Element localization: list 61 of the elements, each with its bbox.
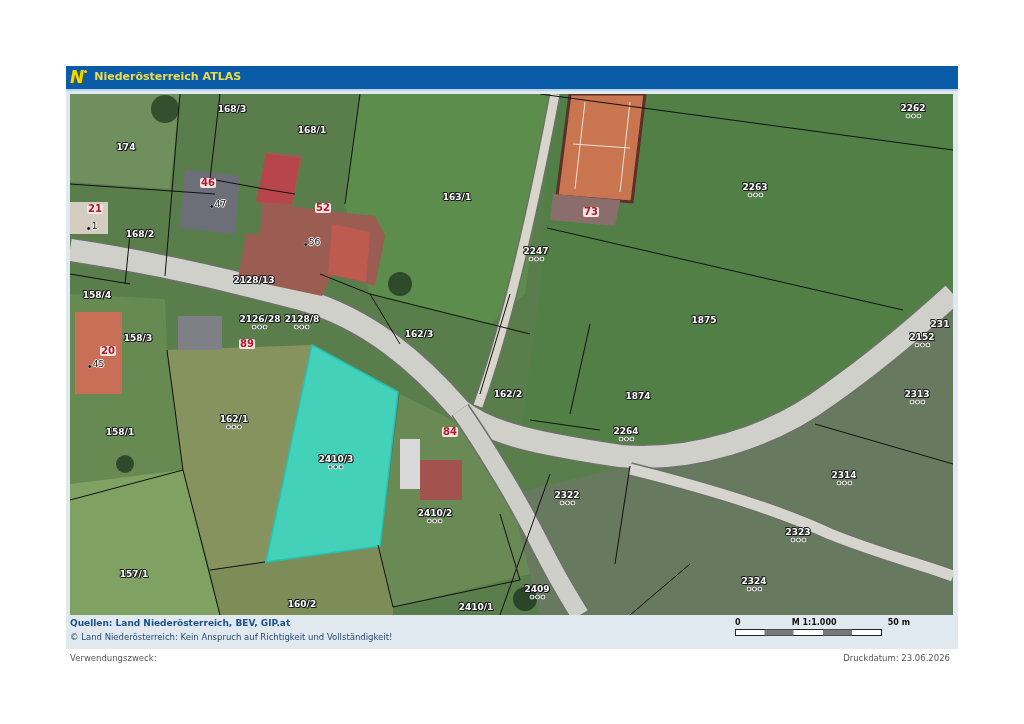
address-point-icon: [87, 364, 92, 368]
parcel-number: 162/1: [219, 414, 249, 424]
address-number: 45: [92, 359, 105, 369]
parcel-number: 160/2: [287, 599, 317, 609]
dot-icon: [84, 70, 88, 73]
house-number: 84: [442, 427, 458, 437]
parcel-number: 2410/1: [458, 602, 494, 612]
disclaimer-text: © Land Niederösterreich: Kein Anspruch auf Richtigkeit und Vollständigkeit!: [70, 632, 393, 643]
house-number: 89: [239, 339, 255, 349]
parcel-number: 2324: [741, 576, 767, 586]
house-number: 20: [100, 346, 116, 356]
parcel-number: 2314: [831, 470, 857, 480]
parcel-number: 2409: [524, 584, 550, 594]
parcel-boundary-line: [529, 419, 601, 431]
parcel-number: 2262: [900, 103, 926, 113]
parcel-number: 162/3: [404, 329, 434, 339]
parcel-number: 2410/2: [417, 508, 453, 518]
parcel-number: 158/3: [123, 333, 153, 343]
app-title: Niederösterreich ATLAS: [94, 69, 242, 86]
parcel-number: 163/1: [442, 192, 472, 202]
sources-text: Quellen: Land Niederösterreich, BEV, GIP.at: [70, 618, 292, 629]
parcel-number: 1874: [625, 391, 651, 401]
building: [70, 202, 108, 234]
house-number: 46: [200, 178, 216, 188]
scale-ratio: M 1:1.000: [791, 619, 837, 627]
address-point-icon: [303, 242, 308, 246]
print-date: Druckdatum: 23.06.2026: [843, 652, 950, 665]
parcel-number: 1875: [691, 315, 717, 325]
parcel-number: 2313: [904, 389, 930, 399]
address-number: 1: [91, 221, 98, 231]
address-point-icon: [86, 226, 91, 230]
parcel-number: 168/1: [297, 125, 327, 135]
address-point-icon: [209, 204, 214, 208]
tree: [388, 272, 412, 296]
scale-start: 0: [735, 619, 741, 627]
scale-end: 50 m: [887, 619, 910, 627]
parcel-number: 2128/8: [284, 314, 320, 324]
parcel-number: 2323: [785, 527, 811, 537]
parcel-number: 158/4: [82, 290, 112, 300]
parcel-number: 157/1: [119, 569, 149, 579]
house-number: 21: [87, 204, 103, 214]
address-number: 47: [214, 199, 227, 209]
parcel-number: 2263: [742, 182, 768, 192]
house-number: 73: [583, 207, 599, 217]
parcel-number: 168/2: [125, 229, 155, 239]
parcel-number: 158/1: [105, 427, 135, 437]
parcel-number: 2126/28: [239, 314, 281, 324]
tree: [116, 455, 134, 473]
house-number: 52: [315, 203, 331, 213]
address-number: 56: [308, 237, 321, 247]
parcel-number: 174: [116, 142, 136, 152]
purpose-label: Verwendungszweck:: [70, 652, 157, 665]
logo-letter: N: [70, 69, 85, 86]
parcel-number: 168/3: [217, 104, 247, 114]
building: [178, 316, 222, 350]
tree: [151, 95, 179, 123]
parcel-number: 2322: [554, 490, 580, 500]
parcel-number: 162/2: [493, 389, 523, 399]
parcel-number: 2410/3: [318, 454, 354, 464]
building: [550, 194, 620, 226]
parcel-number: 2264: [613, 426, 639, 436]
